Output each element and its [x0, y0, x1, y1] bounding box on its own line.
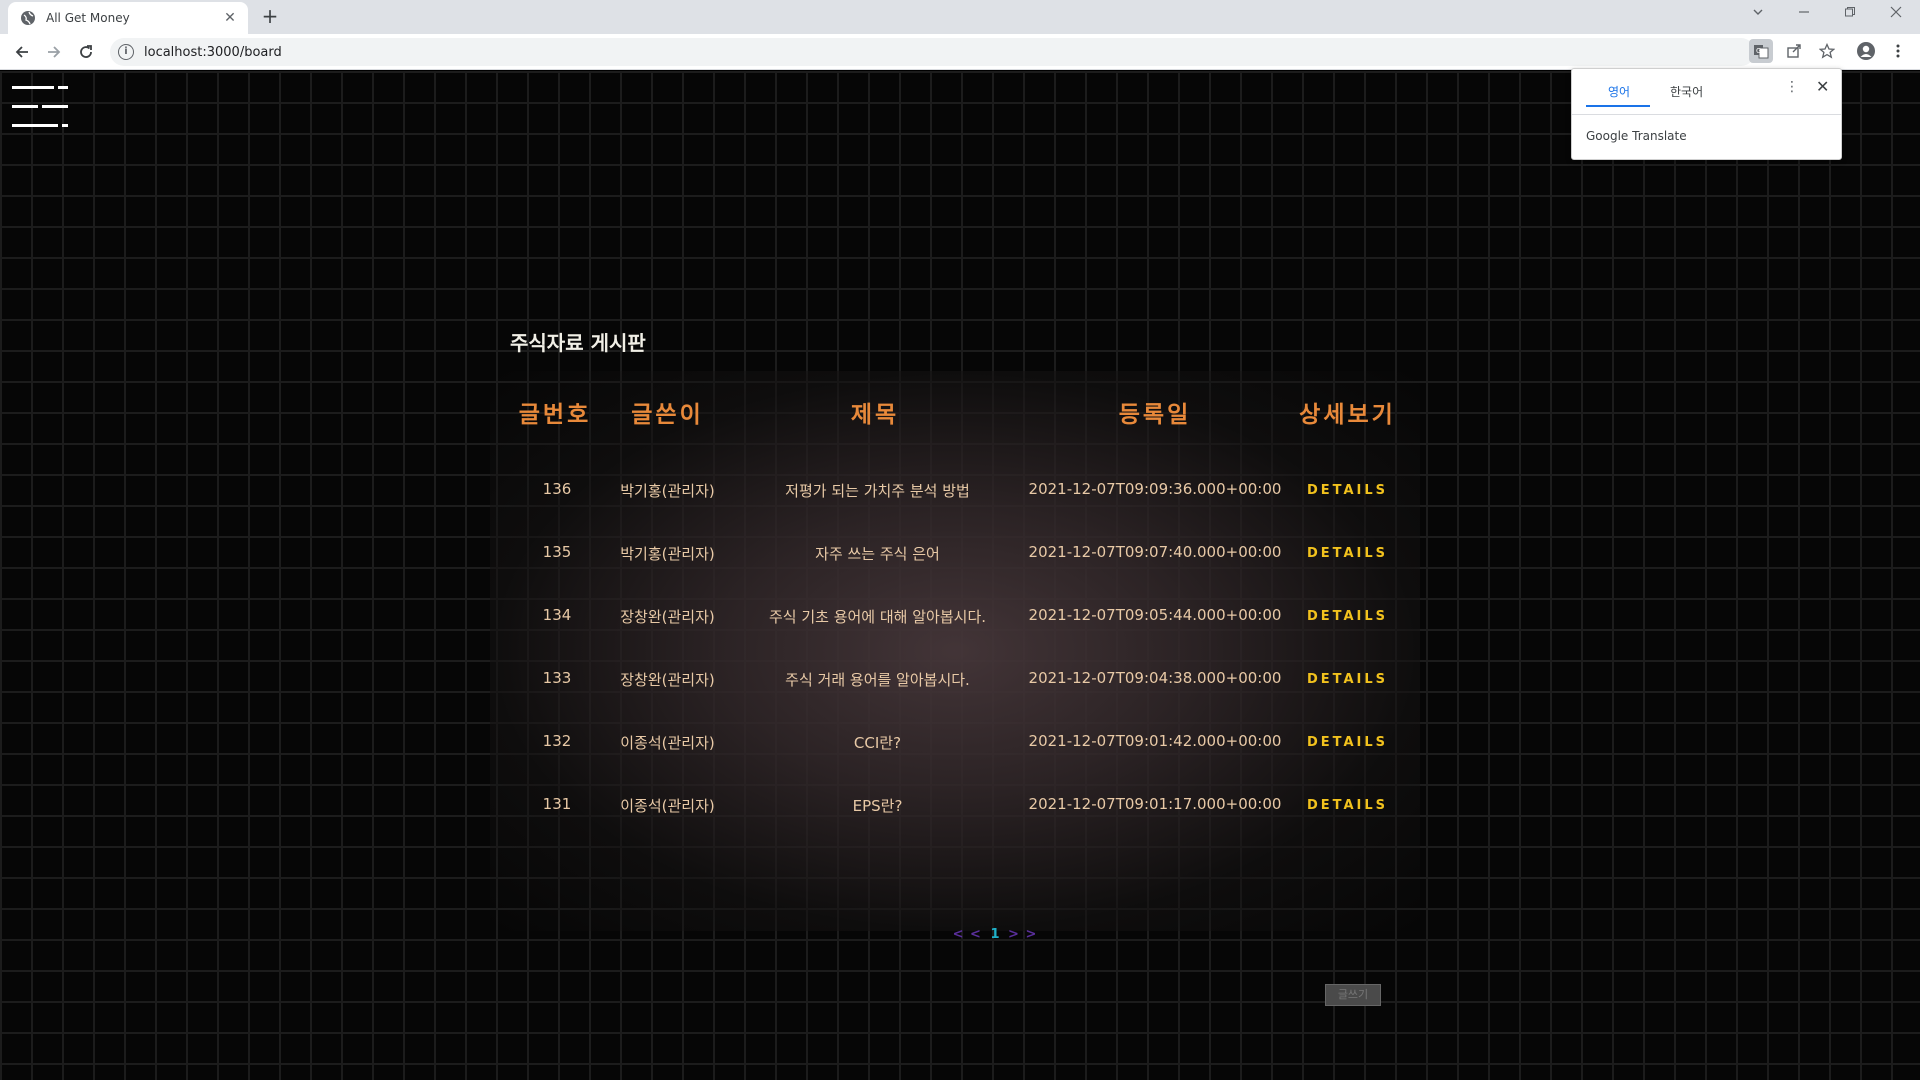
translate-source-lang-tab[interactable]: 영어	[1608, 83, 1630, 100]
row-date: 2021-12-07T09:01:42.000+00:00	[1028, 732, 1282, 750]
row-author: 박기홍(관리자)	[620, 482, 715, 500]
tab-close-icon[interactable]: ✕	[222, 10, 238, 26]
row-subject: 주식 기초 용어에 대해 알아봅시다.	[768, 608, 987, 626]
row-subject: EPS란?	[852, 797, 903, 815]
page-background: 주식자료 게시판 글번호 글쓴이 제목 등록일 상세보기 136 박기홍(관리자…	[0, 71, 1920, 1080]
minimize-icon[interactable]	[1794, 6, 1814, 22]
row-date: 2021-12-07T09:09:36.000+00:00	[1028, 480, 1282, 498]
kebab-menu-icon[interactable]	[1886, 39, 1910, 63]
row-subject: 자주 쓰는 주식 은어	[815, 545, 940, 563]
row-subject: CCI란?	[853, 734, 902, 752]
pager-prev[interactable]: < <	[953, 927, 982, 942]
tab-search-icon[interactable]	[1748, 6, 1768, 22]
row-author: 박기홍(관리자)	[620, 545, 715, 563]
board-glow	[490, 371, 1420, 931]
close-window-icon[interactable]	[1886, 6, 1906, 22]
browser-toolbar: i localhost:3000/board G	[0, 34, 1920, 70]
row-subject: 주식 거래 용어를 알아봅시다.	[785, 671, 970, 689]
board-title: 주식자료 게시판	[510, 331, 646, 355]
column-header-id: 글번호	[518, 402, 592, 428]
share-icon[interactable]	[1782, 39, 1806, 63]
translate-popup: 영어 한국어 ⋮ ✕ Google Translate	[1571, 68, 1842, 160]
translate-close-icon[interactable]: ✕	[1816, 77, 1829, 96]
row-author: 장창완(관리자)	[620, 608, 715, 626]
details-button[interactable]: DETAILS	[1300, 735, 1395, 750]
active-tab-underline	[1586, 105, 1650, 107]
bookmark-star-icon[interactable]	[1815, 39, 1839, 63]
row-id: 132	[542, 732, 572, 750]
details-button[interactable]: DETAILS	[1300, 609, 1395, 624]
row-subject: 저평가 되는 가치주 분석 방법	[785, 482, 970, 500]
row-id: 136	[542, 480, 572, 498]
profile-avatar-icon[interactable]	[1854, 39, 1878, 63]
translate-target-lang-tab[interactable]: 한국어	[1670, 83, 1703, 100]
row-id: 131	[542, 795, 572, 813]
pagination: < < 1 > >	[930, 927, 1060, 942]
details-button[interactable]: DETAILS	[1300, 672, 1395, 687]
browser-tab[interactable]: All Get Money ✕	[8, 2, 248, 34]
new-tab-button[interactable]: +	[258, 5, 282, 29]
svg-text:G: G	[1756, 47, 1761, 55]
column-header-subject: 제목	[850, 402, 900, 428]
row-date: 2021-12-07T09:07:40.000+00:00	[1028, 543, 1282, 561]
pager-current-page[interactable]: 1	[990, 927, 999, 942]
globe-icon	[20, 10, 36, 26]
tab-title: All Get Money	[46, 11, 130, 25]
translate-more-icon[interactable]: ⋮	[1785, 79, 1799, 95]
hamburger-menu-icon[interactable]	[12, 86, 68, 130]
address-bar[interactable]: i localhost:3000/board	[110, 38, 1755, 66]
row-id: 134	[542, 606, 572, 624]
translate-icon[interactable]: G	[1749, 39, 1773, 63]
forward-icon[interactable]	[42, 40, 66, 64]
row-author: 이종석(관리자)	[620, 734, 715, 752]
row-author: 장창완(관리자)	[620, 671, 715, 689]
translate-divider	[1572, 114, 1841, 115]
reload-icon[interactable]	[74, 40, 98, 64]
row-id: 135	[542, 543, 572, 561]
back-icon[interactable]	[10, 40, 34, 64]
translate-brand: Google Translate	[1586, 129, 1687, 143]
details-button[interactable]: DETAILS	[1300, 483, 1395, 498]
row-id: 133	[542, 669, 572, 687]
browser-tabstrip: All Get Money ✕ +	[0, 0, 1920, 34]
write-post-button[interactable]: 글쓰기	[1325, 984, 1381, 1006]
column-header-details: 상세보기	[1299, 402, 1396, 428]
row-date: 2021-12-07T09:05:44.000+00:00	[1028, 606, 1282, 624]
row-date: 2021-12-07T09:04:38.000+00:00	[1028, 669, 1282, 687]
row-date: 2021-12-07T09:01:17.000+00:00	[1028, 795, 1282, 813]
details-button[interactable]: DETAILS	[1300, 798, 1395, 813]
row-author: 이종석(관리자)	[620, 797, 715, 815]
url-text: localhost:3000/board	[144, 44, 282, 60]
pager-next[interactable]: > >	[1008, 927, 1037, 942]
column-header-date: 등록일	[1118, 402, 1192, 428]
restore-icon[interactable]	[1840, 6, 1860, 22]
details-button[interactable]: DETAILS	[1300, 546, 1395, 561]
info-icon[interactable]: i	[118, 44, 134, 60]
column-header-author: 글쓴이	[631, 402, 704, 428]
